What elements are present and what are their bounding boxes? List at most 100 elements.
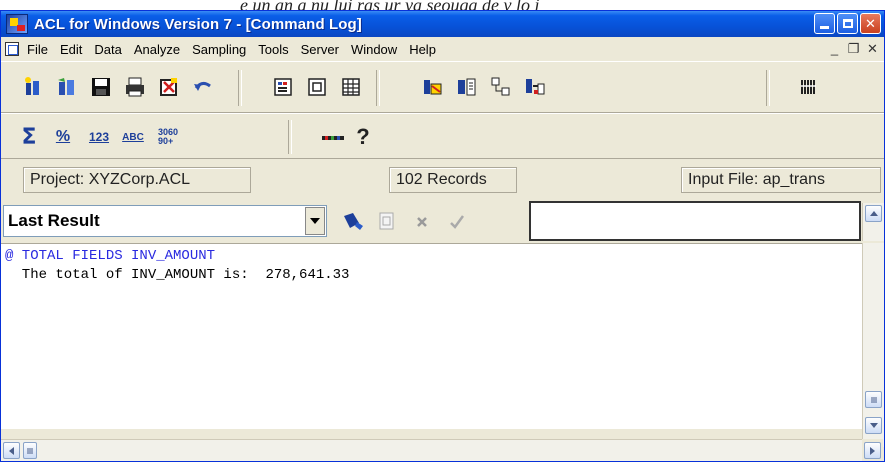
extract-button[interactable] bbox=[421, 76, 445, 98]
new-project-button[interactable] bbox=[21, 76, 45, 98]
grip-icon bbox=[27, 447, 33, 454]
chevron-down-icon bbox=[869, 423, 878, 428]
menu-file[interactable]: File bbox=[27, 42, 48, 57]
classify-icon: ABC bbox=[122, 131, 144, 143]
join-icon bbox=[526, 79, 545, 95]
doc-restore-button[interactable]: ❐ bbox=[846, 41, 861, 56]
undo-button[interactable] bbox=[191, 76, 215, 98]
export-button[interactable] bbox=[455, 76, 479, 98]
chevron-right-icon bbox=[870, 446, 875, 455]
log-command-line: @ TOTAL FIELDS INV_AMOUNT bbox=[5, 248, 216, 264]
scroll-up-button[interactable] bbox=[865, 205, 882, 222]
menu-bar: File Edit Data Analyze Sampling Tools Se… bbox=[1, 37, 884, 62]
flashlight-icon bbox=[344, 213, 363, 230]
menu-tools[interactable]: Tools bbox=[258, 42, 288, 57]
statistics-icon: % bbox=[55, 128, 71, 145]
extract-icon bbox=[424, 80, 442, 95]
scroll-down-button[interactable] bbox=[865, 417, 882, 434]
menu-edit[interactable]: Edit bbox=[60, 42, 82, 57]
menu-sampling[interactable]: Sampling bbox=[192, 42, 246, 57]
view-button[interactable] bbox=[305, 76, 329, 98]
legend-button[interactable] bbox=[321, 126, 345, 148]
maximize-button[interactable] bbox=[837, 13, 858, 34]
new-project-icon bbox=[25, 77, 39, 95]
relate-icon bbox=[491, 77, 510, 96]
save-icon bbox=[92, 78, 110, 96]
print-preview-button[interactable] bbox=[157, 76, 181, 98]
result-row: Last Result bbox=[1, 201, 884, 243]
acl-app-icon[interactable] bbox=[6, 14, 28, 34]
age-button[interactable]: 3060 90+ bbox=[156, 126, 180, 148]
age-icon: 3060 90+ bbox=[157, 127, 179, 146]
view-icon bbox=[308, 78, 326, 96]
relate-button[interactable] bbox=[489, 76, 513, 98]
menu-server[interactable]: Server bbox=[301, 42, 339, 57]
view-definition-button[interactable] bbox=[271, 76, 295, 98]
analysis-toolbar: Σ % 123 ABC 3060 90+ ? bbox=[1, 113, 884, 159]
minimize-icon bbox=[820, 26, 829, 29]
vertical-scrollbar[interactable] bbox=[862, 243, 884, 447]
window-title: ACL for Windows Version 7 - [Command Log… bbox=[34, 15, 362, 33]
acl-window: ACL for Windows Version 7 - [Command Log… bbox=[0, 10, 885, 462]
batch-button[interactable] bbox=[797, 76, 821, 98]
document-control-icon[interactable] bbox=[5, 42, 19, 56]
close-icon: ✕ bbox=[865, 16, 876, 31]
copy-command-button[interactable] bbox=[375, 210, 399, 232]
join-button[interactable] bbox=[523, 76, 547, 98]
result-selected-value: Last Result bbox=[8, 211, 100, 230]
horizontal-scroll-thumb[interactable] bbox=[23, 442, 37, 459]
project-pane: Project: XYZCorp.ACL bbox=[23, 167, 251, 193]
cancel-command-button[interactable] bbox=[411, 210, 435, 232]
minimize-icon: _ bbox=[830, 41, 839, 56]
copy-icon bbox=[379, 212, 394, 230]
batch-icon bbox=[801, 80, 816, 94]
print-button[interactable] bbox=[123, 76, 147, 98]
grip-icon bbox=[870, 397, 877, 402]
scroll-left-button[interactable] bbox=[3, 442, 20, 459]
save-button[interactable] bbox=[89, 76, 113, 98]
menu-analyze[interactable]: Analyze bbox=[134, 42, 180, 57]
doc-close-button[interactable]: ✕ bbox=[865, 41, 880, 56]
export-icon bbox=[458, 78, 476, 96]
count-icon: 123 bbox=[88, 130, 110, 144]
horizontal-scrollbar[interactable] bbox=[1, 439, 862, 461]
command-log[interactable]: @ TOTAL FIELDS INV_AMOUNT The total of I… bbox=[1, 243, 862, 429]
title-bar[interactable]: ACL for Windows Version 7 - [Command Log… bbox=[1, 11, 884, 37]
grid-icon bbox=[342, 78, 360, 96]
close-icon: ✕ bbox=[867, 40, 878, 56]
menu-window[interactable]: Window bbox=[351, 42, 397, 57]
statistics-button[interactable]: % bbox=[51, 126, 75, 148]
printer-icon bbox=[126, 77, 144, 97]
doc-minimize-button[interactable]: _ bbox=[827, 41, 842, 56]
undo-icon bbox=[194, 81, 211, 91]
records-pane: 102 Records bbox=[389, 167, 517, 193]
open-project-button[interactable] bbox=[55, 76, 79, 98]
chevron-left-icon bbox=[9, 446, 14, 455]
x-icon bbox=[417, 217, 427, 227]
help-button[interactable]: ? bbox=[351, 124, 375, 149]
checkmark-icon bbox=[450, 215, 465, 229]
open-project-icon bbox=[58, 78, 74, 95]
command-scrollbar[interactable] bbox=[862, 203, 884, 241]
count-button[interactable]: 123 bbox=[87, 126, 111, 148]
total-button[interactable]: Σ bbox=[17, 124, 41, 150]
scroll-thumb[interactable] bbox=[865, 391, 882, 408]
accept-command-button[interactable] bbox=[445, 210, 469, 232]
chevron-up-icon bbox=[869, 211, 878, 216]
command-input[interactable] bbox=[529, 201, 861, 241]
minimize-button[interactable] bbox=[814, 13, 835, 34]
dash-line-icon bbox=[322, 136, 344, 140]
close-button[interactable]: ✕ bbox=[860, 13, 881, 34]
result-selector[interactable]: Last Result bbox=[3, 205, 327, 237]
menu-help[interactable]: Help bbox=[409, 42, 436, 57]
classify-button[interactable]: ABC bbox=[121, 126, 145, 148]
scroll-right-button[interactable] bbox=[864, 442, 881, 459]
input-file-pane: Input File: ap_trans bbox=[681, 167, 881, 193]
sigma-icon: Σ bbox=[21, 124, 37, 150]
table-view-button[interactable] bbox=[339, 76, 363, 98]
menu-data[interactable]: Data bbox=[94, 42, 121, 57]
status-bar: Project: XYZCorp.ACL 102 Records Input F… bbox=[1, 159, 884, 201]
log-output-line: The total of INV_AMOUNT is: 278,641.33 bbox=[5, 267, 350, 283]
find-button[interactable] bbox=[341, 210, 365, 232]
dropdown-button[interactable] bbox=[305, 207, 325, 235]
